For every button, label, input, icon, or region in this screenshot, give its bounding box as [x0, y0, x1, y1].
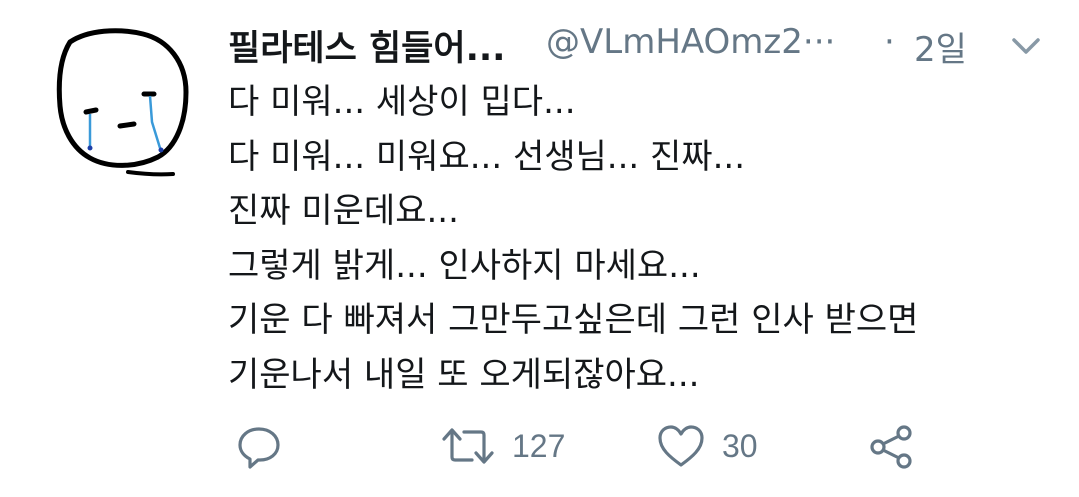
tweet-line: 기운 다 빠져서 그만두고싶은데 그런 인사 받으면: [228, 300, 919, 340]
display-name[interactable]: 필라테스 힘들어...: [228, 20, 505, 71]
tweet-text: 다 미워... 세상이 밉다... 다 미워... 미워요... 선생님... …: [228, 75, 1058, 402]
reply-icon: [238, 427, 280, 469]
crying-face-icon: [56, 28, 189, 177]
retweet-icon: [442, 428, 494, 464]
retweet-button[interactable]: 127: [440, 418, 565, 474]
separator-dot: ·: [884, 22, 895, 62]
action-bar: 127 30: [228, 418, 948, 474]
share-icon: [870, 425, 912, 469]
tweet-line: 기운나서 내일 또 오게되잖아요...: [228, 354, 700, 395]
user-handle[interactable]: @VLmHAOmz2···: [546, 22, 835, 62]
timestamp[interactable]: 2일: [914, 22, 967, 71]
tweet-line: 다 미워... 세상이 밉다...: [228, 82, 576, 122]
tweet-line: 그렇게 밝게... 인사하지 마세요...: [228, 245, 701, 286]
tweet-line: 진짜 미운데요...: [228, 191, 459, 231]
retweet-count: 127: [512, 427, 566, 464]
share-button[interactable]: [868, 418, 916, 474]
avatar[interactable]: [48, 22, 198, 182]
tweet-header: 필라테스 힘들어... @VLmHAOmz2··· · 2일: [228, 12, 1058, 71]
chevron-down-icon[interactable]: [1008, 34, 1044, 58]
heart-icon: [658, 425, 704, 467]
reply-button[interactable]: [236, 418, 282, 474]
like-button[interactable]: 30: [656, 418, 758, 474]
tweet-line: 다 미워... 미워요... 선생님... 진짜...: [228, 136, 746, 177]
like-count: 30: [722, 427, 758, 464]
